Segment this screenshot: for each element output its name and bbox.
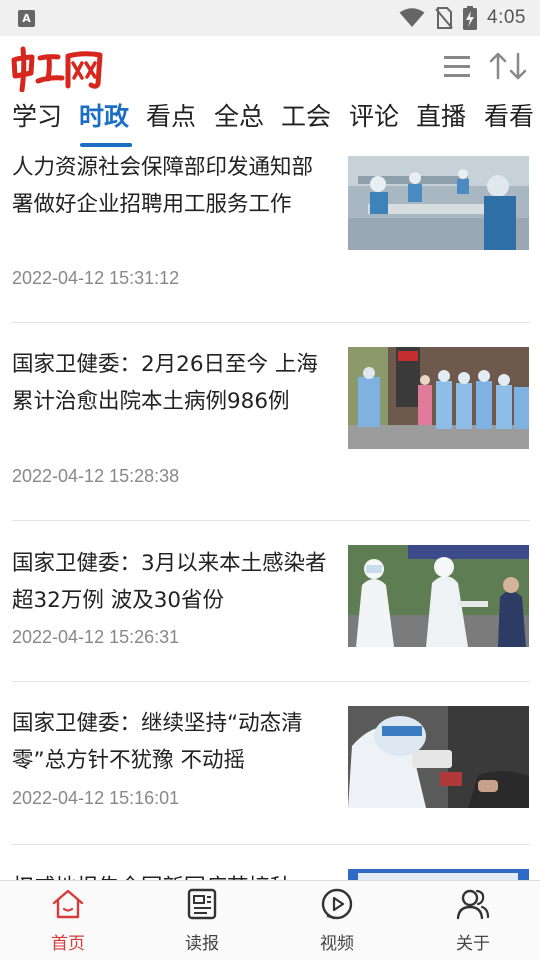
active-tab-indicator: [80, 143, 132, 147]
news-item[interactable]: 国家卫健委：3月以来本土感染者超32万例 波及30省份 2022-04-12 1…: [0, 521, 540, 681]
tab-politics[interactable]: 时政: [79, 96, 129, 146]
video-play-icon: [321, 888, 353, 920]
tab-union[interactable]: 工会: [281, 96, 331, 146]
news-item[interactable]: 权威地报告全国新冠疫苗接种: [0, 845, 540, 880]
users-icon: [456, 889, 490, 920]
workercn-logo[interactable]: [10, 46, 106, 92]
tab-highlights[interactable]: 看点: [146, 96, 196, 146]
battery-charging-icon: [463, 6, 478, 30]
app-notification-icon: A: [18, 10, 35, 27]
news-item[interactable]: 国家卫健委：继续坚持“动态清零”总方针不犹豫 不动摇 2022-04-12 15…: [0, 682, 540, 844]
nav-video[interactable]: 视频: [297, 887, 377, 959]
news-item[interactable]: 人力资源社会保障部印发通知部署做好企业招聘用工服务工作 2022-04-12 1…: [0, 150, 540, 322]
wifi-icon: [399, 8, 425, 27]
bottom-navigation: 首页 读报 视频 关于: [0, 880, 540, 960]
news-title[interactable]: 国家卫健委：3月以来本土感染者超32万例 波及30省份: [12, 545, 330, 619]
status-bar: A 4:05: [0, 0, 540, 36]
news-timestamp: 2022-04-12 15:16:01: [12, 788, 180, 808]
nav-home-label: 首页: [51, 934, 85, 954]
tab-commentary[interactable]: 评论: [349, 96, 399, 146]
nav-video-label: 视频: [320, 934, 354, 954]
app-header: [0, 36, 540, 98]
tab-watch[interactable]: 看看: [484, 96, 534, 146]
clock: 4:05: [487, 7, 526, 28]
news-thumbnail[interactable]: [348, 869, 529, 880]
news-title[interactable]: 国家卫健委：2月26日至今 上海累计治愈出院本土病例986例: [12, 346, 330, 420]
nav-about[interactable]: 关于: [433, 887, 513, 959]
news-thumbnail[interactable]: [348, 347, 529, 449]
news-thumbnail[interactable]: [348, 706, 529, 808]
category-tabs: 学习 时政 看点 全总 工会 评论 直播 看看: [0, 96, 540, 146]
newspaper-icon: [187, 888, 217, 920]
news-timestamp: 2022-04-12 15:28:38: [12, 466, 180, 486]
no-sim-icon: [435, 7, 453, 29]
nav-newspaper-label: 读报: [185, 934, 219, 954]
status-icons: 4:05: [399, 6, 526, 30]
tab-acftu[interactable]: 全总: [214, 96, 264, 146]
news-timestamp: 2022-04-12 15:26:31: [12, 627, 180, 647]
news-thumbnail[interactable]: [348, 156, 529, 250]
nav-newspaper[interactable]: 读报: [162, 887, 242, 959]
sort-icon[interactable]: [488, 50, 528, 82]
news-feed[interactable]: 人力资源社会保障部印发通知部署做好企业招聘用工服务工作 2022-04-12 1…: [0, 150, 540, 880]
news-item[interactable]: 国家卫健委：2月26日至今 上海累计治愈出院本土病例986例 2022-04-1…: [0, 323, 540, 520]
menu-icon[interactable]: [444, 52, 470, 80]
news-title[interactable]: 国家卫健委：继续坚持“动态清零”总方针不犹豫 不动摇: [12, 705, 330, 779]
news-title[interactable]: 权威地报告全国新冠疫苗接种: [12, 869, 330, 880]
news-thumbnail[interactable]: [348, 545, 529, 647]
nav-home[interactable]: 首页: [28, 887, 108, 959]
news-timestamp: 2022-04-12 15:31:12: [12, 268, 180, 288]
news-title[interactable]: 人力资源社会保障部印发通知部署做好企业招聘用工服务工作: [12, 150, 330, 223]
nav-about-label: 关于: [456, 934, 490, 954]
tab-live[interactable]: 直播: [416, 96, 466, 146]
tab-study[interactable]: 学习: [12, 96, 62, 146]
home-icon: [52, 889, 84, 919]
